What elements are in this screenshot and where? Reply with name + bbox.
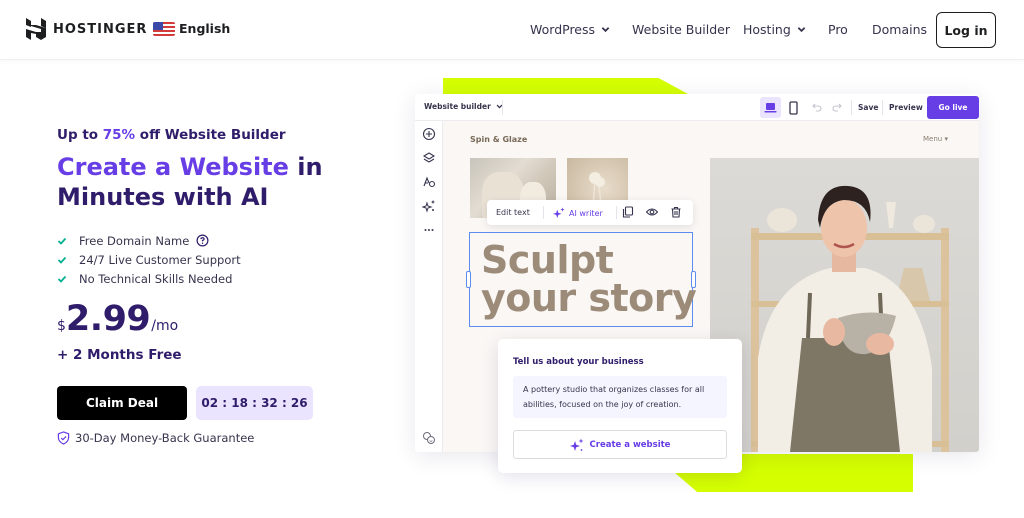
login-button[interactable]: Log in — [936, 12, 996, 48]
undo-icon[interactable] — [812, 102, 822, 112]
nav-pro-label: Pro — [828, 22, 848, 37]
site-name: Spin & Glaze — [470, 135, 528, 144]
business-description-textarea[interactable]: A pottery studio that organizes classes … — [513, 376, 727, 418]
redo-icon[interactable] — [832, 102, 842, 112]
guarantee-label: 30-Day Money-Back Guarantee — [75, 431, 255, 445]
layers-icon[interactable] — [422, 151, 436, 165]
top-navbar: HOSTINGER English WordPress Website Buil… — [0, 0, 1024, 60]
check-icon — [57, 275, 67, 283]
feature-label: No Technical Skills Needed — [79, 271, 233, 286]
ai-writer-button[interactable]: AI writer — [553, 207, 603, 219]
edit-text-button[interactable]: Edit text — [496, 208, 530, 217]
nav-hosting-label: Hosting — [743, 22, 791, 37]
ai-sparkle-icon[interactable] — [422, 199, 436, 213]
divider — [616, 206, 617, 219]
price-amount: 2.99 — [65, 299, 151, 339]
feature-item: Free Domain Name — [57, 231, 241, 250]
editor-title-dropdown[interactable]: Website builder — [424, 102, 503, 111]
hostinger-logo-icon — [26, 18, 46, 40]
feature-list: Free Domain Name 24/7 Live Customer Supp… — [57, 231, 241, 288]
duplicate-icon[interactable] — [622, 206, 634, 218]
phone-icon — [788, 100, 798, 115]
hero-headline: Create a Website in Minutes with AI — [57, 152, 357, 212]
divider — [851, 100, 852, 115]
check-icon — [57, 237, 67, 245]
divider — [502, 100, 503, 115]
feature-item: No Technical Skills Needed — [57, 269, 241, 288]
nav-hosting[interactable]: Hosting — [743, 22, 806, 37]
nav-wordpress[interactable]: WordPress — [530, 22, 610, 37]
help-chat-icon[interactable] — [422, 431, 436, 445]
create-website-label: Create a website — [589, 439, 671, 450]
price-currency: $ — [57, 318, 66, 334]
save-button[interactable]: Save — [858, 103, 878, 112]
site-menu[interactable]: Menu ▾ — [923, 135, 948, 143]
nav-domains-label: Domains — [872, 22, 928, 37]
feature-label: Free Domain Name — [79, 233, 190, 248]
language-label: English — [179, 21, 231, 36]
ai-sparkle-icon — [553, 207, 565, 219]
desktop-view-button[interactable] — [760, 97, 781, 118]
laptop-icon — [764, 103, 777, 113]
site-headline-line2: your story — [481, 276, 697, 320]
text-edit-toolbar: Edit text AI writer — [487, 200, 693, 225]
editor-sidebar — [415, 121, 443, 452]
price-period: /mo — [151, 318, 179, 334]
preview-button[interactable]: Preview — [889, 103, 923, 112]
price: $ 2.99 /mo — [57, 300, 178, 338]
nav-domains[interactable]: Domains — [872, 22, 927, 37]
add-icon[interactable] — [422, 127, 436, 141]
create-website-button[interactable]: Create a website — [513, 430, 727, 459]
divider — [543, 206, 544, 219]
language-selector[interactable]: English — [153, 21, 230, 36]
theme-icon[interactable] — [422, 175, 436, 189]
promo-text: Up to 75% off Website Builder — [57, 127, 286, 143]
divider — [882, 100, 883, 115]
nav-website-builder[interactable]: Website Builder — [632, 22, 730, 37]
promo-discount: 75% — [102, 127, 136, 143]
logo-text: HOSTINGER — [53, 21, 148, 37]
feature-label: 24/7 Live Customer Support — [79, 252, 241, 267]
us-flag-icon — [153, 21, 175, 36]
editor-toolbar: Website builder Save Preview Go live — [415, 94, 979, 121]
headline-accent: Create a Website — [57, 153, 289, 181]
claim-deal-button[interactable]: Claim Deal — [57, 386, 187, 420]
check-icon — [57, 256, 67, 264]
trash-icon[interactable] — [670, 206, 682, 218]
eye-icon[interactable] — [646, 206, 658, 218]
site-headline: Sculpt your story — [481, 238, 697, 320]
chevron-down-icon — [797, 27, 806, 33]
promo-prefix: Up to — [57, 127, 103, 143]
decorative-lime-shape — [443, 78, 688, 94]
editor-title: Website builder — [424, 102, 491, 111]
nav-pro[interactable]: Pro — [828, 22, 848, 37]
hostinger-logo[interactable]: HOSTINGER — [26, 18, 147, 40]
countdown-timer: 02 : 18 : 32 : 26 — [196, 386, 313, 420]
potter-illustration — [751, 185, 949, 452]
promo-suffix: off Website Builder — [135, 127, 286, 143]
help-icon[interactable] — [196, 234, 209, 247]
resize-handle-left[interactable] — [466, 271, 471, 288]
site-headline-line1: Sculpt — [481, 238, 614, 282]
more-icon[interactable] — [422, 223, 436, 237]
money-back-guarantee: 30-Day Money-Back Guarantee — [57, 431, 254, 445]
ai-writer-label: AI writer — [569, 208, 603, 218]
nav-website-builder-label: Website Builder — [632, 22, 731, 37]
mobile-view-button[interactable] — [786, 99, 800, 116]
potter-woman-photo — [710, 158, 979, 452]
nav-wordpress-label: WordPress — [530, 22, 596, 37]
feature-item: 24/7 Live Customer Support — [57, 250, 241, 269]
ai-business-prompt-card: Tell us about your business A pottery st… — [498, 339, 742, 473]
shield-check-icon — [57, 431, 70, 445]
chevron-down-icon — [601, 27, 610, 33]
bonus-text: + 2 Months Free — [57, 347, 182, 363]
ai-prompt-label: Tell us about your business — [513, 357, 644, 367]
go-live-button[interactable]: Go live — [927, 96, 979, 119]
ai-sparkle-icon — [569, 438, 584, 451]
